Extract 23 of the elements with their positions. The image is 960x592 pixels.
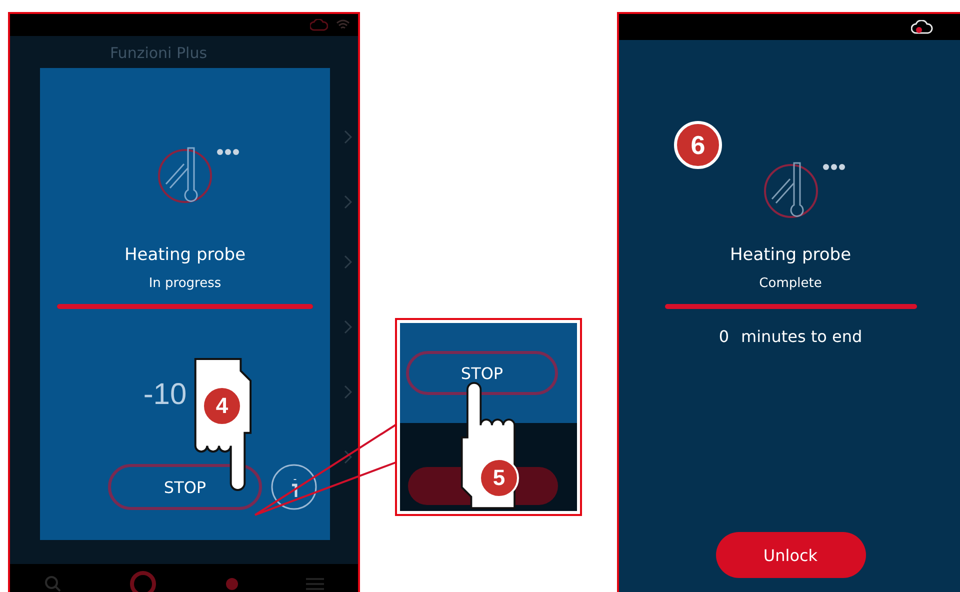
menu-icon[interactable] xyxy=(306,577,324,591)
chevron-icon[interactable] xyxy=(344,450,352,464)
temperature-reading: -10 xyxy=(143,377,187,413)
program-name: Heating probe xyxy=(730,244,852,266)
unlock-button[interactable]: Unlock xyxy=(716,532,866,578)
chevron-icon[interactable] xyxy=(344,130,352,144)
minutes-value: 0 xyxy=(718,326,730,348)
ring-icon[interactable] xyxy=(129,570,158,592)
wifi-icon xyxy=(336,19,350,31)
program-status: In progress xyxy=(148,275,222,293)
chevron-icon[interactable] xyxy=(344,320,352,334)
cloud-icon xyxy=(911,20,933,34)
info-icon[interactable] xyxy=(270,463,318,511)
chevron-icon[interactable] xyxy=(344,385,352,399)
minutes-label: minutes to end xyxy=(741,326,862,348)
chevron-icon[interactable] xyxy=(344,255,352,269)
program-name: Heating probe xyxy=(124,244,246,266)
search-icon[interactable] xyxy=(44,575,62,592)
program-status: Complete xyxy=(759,275,822,293)
chevron-icon[interactable] xyxy=(344,195,352,209)
dot-icon[interactable] xyxy=(224,577,239,591)
screen-title: Funzioni Plus xyxy=(110,44,208,62)
cloud-icon xyxy=(310,19,328,31)
